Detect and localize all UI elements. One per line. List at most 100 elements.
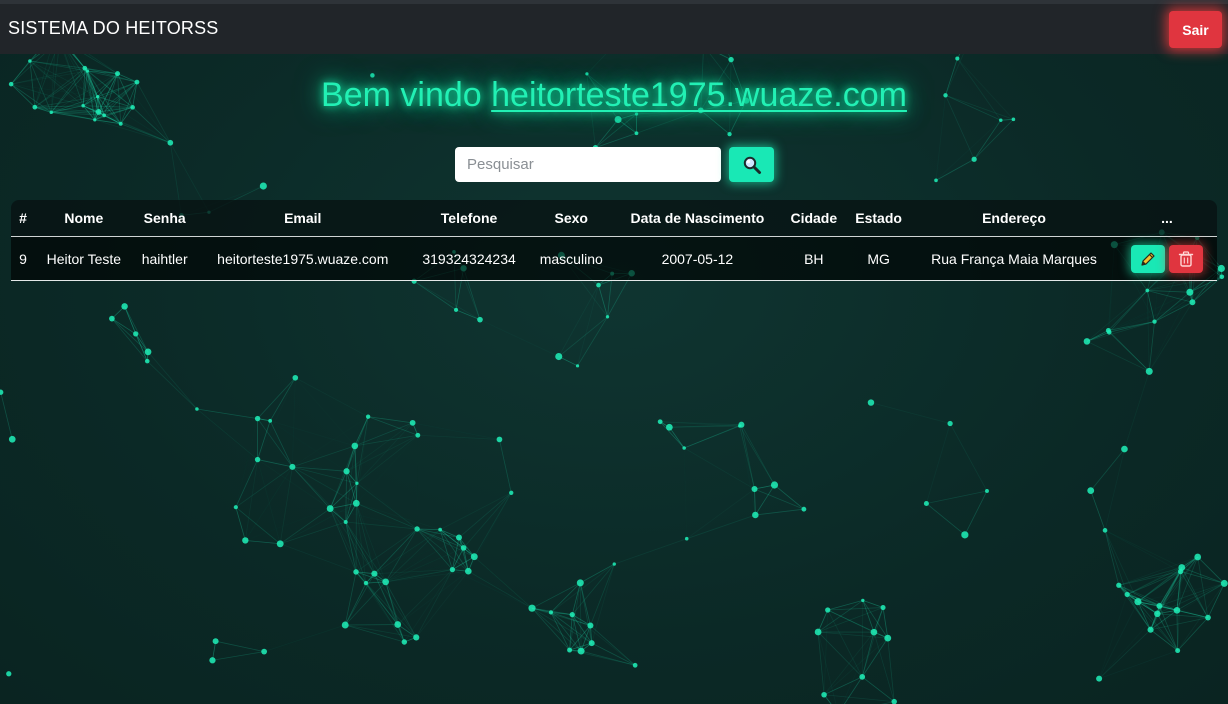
edit-button[interactable] (1131, 244, 1165, 273)
particle-link (1090, 490, 1106, 531)
particle-dot (413, 634, 420, 641)
particle-link (1099, 594, 1127, 678)
particle-link (235, 507, 246, 541)
particle-dot (167, 139, 174, 146)
particle-dot (1219, 274, 1225, 280)
particle-dot (8, 435, 16, 443)
search-icon (743, 156, 761, 174)
particle-link (417, 435, 418, 529)
particle-link (480, 320, 559, 357)
particle-dot (614, 116, 622, 124)
cell-senha: haihtler (132, 237, 197, 281)
particle-link (292, 466, 347, 523)
particle-dot (528, 604, 536, 612)
particle-dot (1189, 299, 1196, 306)
particle-link (598, 284, 608, 317)
particle-link (295, 377, 369, 418)
particle-dot (587, 622, 594, 629)
particle-dot (1178, 564, 1186, 571)
search-input[interactable] (455, 147, 721, 182)
particle-dot (632, 662, 638, 668)
particle-link (838, 632, 874, 704)
particle-dot (814, 628, 822, 636)
users-table: # Nome Senha Email Telefone Sexo Data de… (11, 200, 1217, 281)
navbar-brand[interactable]: SISTEMA DO HEITORSS (8, 18, 219, 39)
particle-link (280, 521, 346, 545)
particle-dot (254, 456, 261, 463)
particle-dot (605, 315, 610, 319)
particle-link (883, 608, 894, 702)
header-cidade: Cidade (781, 200, 847, 237)
particle-dot (859, 674, 866, 680)
particle-link (843, 676, 863, 704)
particle-link (258, 378, 296, 460)
particle-link (1086, 290, 1148, 342)
particle-dot (109, 315, 115, 322)
particle-dot (343, 520, 348, 525)
particle-dot (460, 545, 467, 551)
particle-link (774, 484, 805, 510)
particle-dot (144, 358, 150, 364)
welcome-prefix: Bem vindo (321, 76, 492, 114)
particle-link (558, 316, 608, 357)
cell-nascimento: 2007-05-12 (613, 237, 782, 281)
particle-link (279, 466, 293, 544)
particle-link (1108, 331, 1150, 372)
logout-button[interactable]: Sair (1169, 11, 1222, 48)
particle-dot (569, 611, 575, 618)
particle-link (1176, 610, 1179, 651)
particle-link (1146, 290, 1150, 372)
particle-link (236, 421, 270, 507)
particle-link (686, 514, 756, 540)
particle-link (245, 509, 330, 541)
particle-dot (1194, 553, 1202, 561)
particle-dot (1186, 288, 1194, 296)
particle-dot (261, 648, 268, 655)
table-header-row: # Nome Senha Email Telefone Sexo Data de… (11, 200, 1217, 237)
header-nome: Nome (35, 200, 133, 237)
particle-link (861, 607, 884, 678)
particle-link (1104, 530, 1120, 586)
particle-link (1099, 614, 1157, 679)
particle-link (684, 448, 687, 539)
cell-actions (1117, 237, 1217, 281)
particle-link (463, 492, 512, 549)
particle-dot (596, 282, 601, 288)
particle-link (257, 377, 296, 419)
particle-dot (6, 671, 12, 677)
particle-link (838, 638, 888, 704)
particle-dot (1173, 606, 1181, 614)
particle-dot (1145, 367, 1153, 375)
particle-link (111, 318, 149, 353)
particle-dot (268, 418, 273, 423)
particle-dot (684, 536, 689, 541)
particle-link (741, 424, 755, 490)
particle-dot (449, 566, 456, 573)
particle-link (295, 378, 355, 446)
cell-id: 9 (11, 237, 35, 281)
particle-dot (1217, 264, 1225, 273)
particle-dot (394, 621, 402, 628)
particle-link (754, 484, 775, 516)
particle-dot (415, 432, 421, 438)
particle-link (579, 582, 582, 652)
welcome-user: heitorteste1975.wuaze.com (491, 76, 907, 114)
header-telefone: Telefone (408, 200, 530, 237)
navbar: SISTEMA DO HEITORSS Sair (0, 0, 1228, 54)
particle-dot (612, 562, 616, 566)
particle-dot (341, 621, 349, 629)
particle-dot (1175, 648, 1181, 654)
particle-dot (509, 490, 514, 495)
particle-link (1124, 371, 1150, 450)
particle-dot (666, 423, 673, 431)
particle-link (873, 632, 895, 702)
delete-button[interactable] (1169, 244, 1203, 273)
particle-link (147, 351, 198, 410)
particle-link (468, 571, 551, 612)
particle-dot (292, 374, 299, 381)
particle-link (577, 284, 599, 366)
particle-link (94, 119, 171, 144)
particle-dot (1083, 338, 1091, 345)
particle-dot (947, 420, 953, 427)
search-button[interactable] (729, 147, 774, 182)
